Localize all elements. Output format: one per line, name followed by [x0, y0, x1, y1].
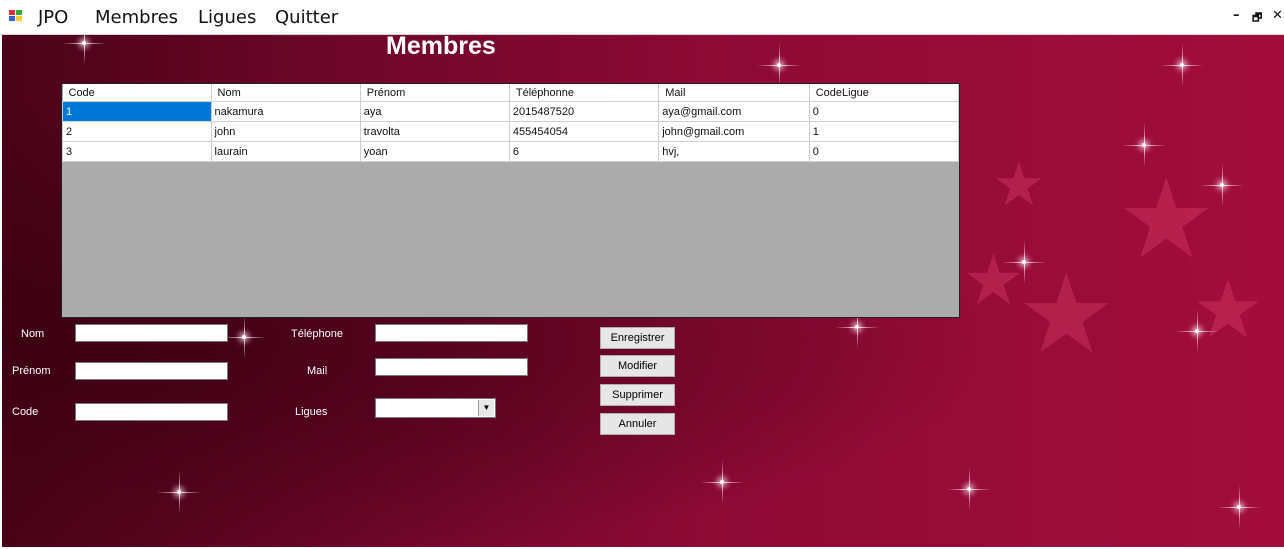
mail-input[interactable]	[375, 358, 528, 376]
table-row[interactable]: 2 john travolta 455454054 john@gmail.com 1	[62, 121, 960, 142]
table-cell[interactable]: 1	[808, 121, 960, 142]
menu-quitter[interactable]: Quitter	[275, 7, 338, 28]
table-row[interactable]: 1 nakamura aya 2015487520 aya@gmail.com 0	[62, 101, 960, 122]
nom-label: Nom	[21, 328, 45, 340]
telephone-input[interactable]	[375, 324, 528, 342]
cancel-button[interactable]: Annuler	[600, 413, 675, 435]
close-icon[interactable]: ✕	[1272, 8, 1283, 23]
sparkle-decoration	[1002, 240, 1046, 284]
table-row[interactable]: 3 laurain yoan 6 hvj, 0	[62, 141, 960, 162]
menu-jpo[interactable]: JPO	[38, 7, 68, 28]
prenom-input[interactable]	[75, 362, 228, 380]
table-cell[interactable]: 1	[62, 101, 212, 122]
code-label: Code	[12, 406, 39, 418]
sparkle-decoration	[700, 460, 744, 504]
table-cell[interactable]: john@gmail.com	[658, 121, 810, 142]
edit-button[interactable]: Modifier	[600, 355, 675, 377]
table-cell[interactable]: 455454054	[508, 121, 660, 142]
telephone-label: Téléphone	[291, 328, 343, 340]
members-grid[interactable]: Code Nom Prénom Téléphonne Mail CodeLigue 1 na…	[61, 83, 960, 318]
table-cell[interactable]: nakamura	[210, 101, 361, 122]
column-header[interactable]: Nom	[211, 84, 361, 102]
sparkle-decoration	[222, 315, 266, 359]
sparkle-decoration	[835, 305, 879, 349]
table-cell[interactable]: 2	[62, 121, 212, 142]
sparkle-decoration	[157, 470, 201, 514]
app-icon	[9, 10, 23, 22]
sparkle-decoration	[62, 35, 106, 65]
sparkle-decoration	[947, 467, 991, 511]
column-header[interactable]: Code	[62, 84, 212, 102]
star-decoration: ★	[962, 241, 1025, 319]
star-decoration: ★	[992, 151, 1046, 218]
table-cell[interactable]: aya	[359, 101, 510, 122]
mail-label: Mail	[307, 365, 328, 377]
page-title: Membres	[386, 35, 496, 60]
nom-input[interactable]	[75, 324, 228, 342]
prenom-label: Prénom	[12, 365, 51, 377]
table-cell[interactable]: 0	[808, 141, 960, 162]
table-cell[interactable]: aya@gmail.com	[658, 101, 810, 122]
delete-button[interactable]: Supprimer	[600, 384, 675, 406]
sparkle-decoration	[1175, 309, 1219, 353]
star-decoration: ★	[1192, 265, 1264, 354]
table-cell[interactable]: travolta	[359, 121, 510, 142]
sparkle-decoration	[1122, 123, 1166, 167]
star-decoration: ★	[1117, 158, 1216, 281]
menu-membres[interactable]: Membres	[95, 7, 178, 28]
table-cell[interactable]: 0	[808, 101, 960, 122]
column-header[interactable]: Mail	[658, 84, 810, 102]
table-cell[interactable]: yoan	[359, 141, 510, 162]
sparkle-decoration	[1200, 163, 1244, 207]
table-cell[interactable]: 3	[62, 141, 212, 162]
form-background: ★ ★ ★ ★ ★ Membres Code Nom Prénom Téléphonn…	[2, 35, 1284, 547]
column-header[interactable]: CodeLigue	[809, 84, 960, 102]
minimize-icon[interactable]: –	[1233, 8, 1240, 23]
restore-icon[interactable]: 🗗	[1252, 9, 1262, 28]
chevron-down-icon[interactable]: ▼	[478, 400, 494, 416]
table-cell[interactable]: hvj,	[658, 141, 810, 162]
code-input[interactable]	[75, 403, 228, 421]
table-cell[interactable]: 2015487520	[508, 101, 660, 122]
members-table: Code Nom Prénom Téléphonne Mail CodeLigue 1 na…	[62, 84, 960, 162]
sparkle-decoration	[1160, 43, 1204, 87]
table-cell[interactable]: laurain	[210, 141, 361, 162]
save-button[interactable]: Enregistrer	[600, 327, 675, 349]
column-header[interactable]: Téléphonne	[509, 84, 660, 102]
column-header[interactable]: Prénom	[360, 84, 510, 102]
ligues-select-value	[376, 403, 379, 415]
table-cell[interactable]: john	[210, 121, 361, 142]
table-cell[interactable]: 6	[508, 141, 660, 162]
menu-bar: JPO Membres Ligues Quitter – 🗗 ✕	[0, 0, 1284, 35]
sparkle-decoration	[1217, 485, 1261, 529]
menu-ligues[interactable]: Ligues	[198, 7, 256, 28]
ligues-label: Ligues	[295, 406, 328, 418]
sparkle-decoration	[757, 43, 801, 87]
ligues-select[interactable]: ▼	[375, 398, 496, 418]
star-decoration: ★	[1017, 253, 1116, 376]
